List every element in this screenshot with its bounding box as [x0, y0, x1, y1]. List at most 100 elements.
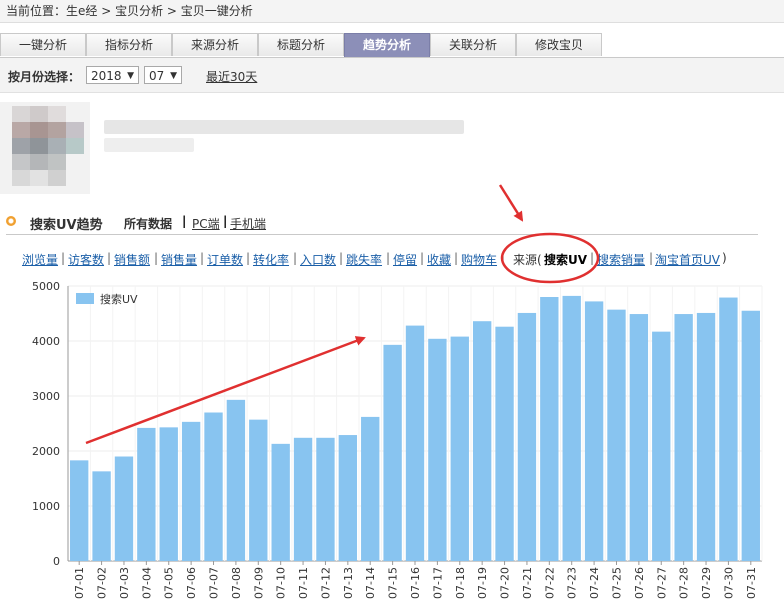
- metric-taobao-home-uv[interactable]: 淘宝首页UV: [655, 251, 720, 268]
- x-tick-label: 07-08: [230, 567, 243, 599]
- tab-trend-analysis[interactable]: 趋势分析: [344, 33, 430, 57]
- blurred-product-title: [104, 120, 464, 134]
- metric-cart[interactable]: 购物车: [461, 251, 497, 268]
- separator: |: [200, 251, 205, 265]
- metric-sales-amount[interactable]: 销售额: [114, 251, 150, 268]
- legend-label: 搜索UV: [100, 292, 138, 306]
- x-tick-label: 07-13: [342, 567, 355, 599]
- pc-link[interactable]: PC端: [192, 215, 220, 232]
- separator: |: [420, 251, 425, 265]
- metric-conversion-rate[interactable]: 转化率: [253, 251, 289, 268]
- separator: |: [154, 251, 159, 265]
- bar: [719, 297, 738, 561]
- bar: [249, 419, 268, 561]
- x-tick-label: 07-16: [409, 567, 422, 599]
- separator: |: [501, 251, 506, 265]
- metric-visitors[interactable]: 访客数: [68, 251, 104, 268]
- year-select[interactable]: 2018 ▼: [86, 66, 139, 84]
- x-tick-label: 07-18: [454, 567, 467, 599]
- month-filter-label: 按月份选择：: [8, 70, 81, 84]
- source-label: 来源(: [513, 253, 542, 267]
- bar: [181, 421, 201, 561]
- y-tick-label: 4000: [32, 335, 60, 348]
- separator: |: [107, 251, 112, 265]
- bar: [540, 297, 559, 561]
- metric-favorites[interactable]: 收藏: [427, 251, 451, 268]
- x-tick-label: 07-15: [387, 567, 400, 599]
- blurred-product-subtitle: [104, 138, 194, 152]
- separator: |: [246, 251, 251, 265]
- section-bullet-icon: [6, 216, 16, 226]
- x-tick-label: 07-23: [566, 567, 579, 599]
- section-divider: [6, 234, 758, 235]
- tab-association-analysis[interactable]: 关联分析: [430, 33, 516, 56]
- metric-entries[interactable]: 入口数: [300, 251, 336, 268]
- month-value: 07: [149, 69, 165, 83]
- x-tick-label: 07-06: [185, 567, 198, 599]
- y-tick-label: 2000: [32, 445, 60, 458]
- x-tick-label: 07-03: [118, 567, 131, 599]
- metric-search-uv-selected[interactable]: 搜索UV: [544, 251, 587, 268]
- bar: [450, 336, 469, 561]
- tab-indicator-analysis[interactable]: 指标分析: [86, 33, 172, 56]
- x-tick-label: 07-11: [297, 567, 310, 599]
- search-uv-bar-chart: 0 1000 2000 3000 4000 5000 07-01 07-02 07-03 07-0…: [32, 280, 763, 599]
- tab-edit-item[interactable]: 修改宝贝: [516, 33, 602, 56]
- separator: |: [61, 251, 66, 265]
- bar: [607, 309, 626, 561]
- bar: [495, 326, 514, 561]
- metric-bounce-rate[interactable]: 跳失率: [346, 251, 382, 268]
- tab-one-click-analysis[interactable]: 一键分析: [0, 33, 86, 56]
- x-tick-label: 07-04: [140, 567, 153, 599]
- separator: |: [386, 251, 391, 265]
- recent-30-days-link[interactable]: 最近30天: [206, 68, 257, 85]
- tab-source-analysis[interactable]: 来源分析: [172, 33, 258, 56]
- bar: [271, 443, 290, 561]
- x-tick-label: 07-29: [700, 567, 713, 599]
- x-tick-label: 07-07: [208, 567, 221, 599]
- x-tick-label: 07-20: [499, 567, 512, 599]
- bar: [316, 437, 335, 561]
- x-tick-label: 07-26: [633, 567, 646, 599]
- separator: |: [590, 251, 595, 265]
- breadcrumb: 当前位置：生e经 > 宝贝分析 > 宝贝一键分析: [6, 4, 253, 18]
- x-tick-label: 07-02: [96, 567, 109, 599]
- x-tick-label: 07-01: [73, 567, 86, 599]
- chevron-down-icon: ▼: [127, 71, 134, 81]
- x-tick-label: 07-27: [655, 567, 668, 599]
- month-select[interactable]: 07 ▼: [144, 66, 182, 84]
- bar: [741, 310, 760, 561]
- y-tick-label: 5000: [32, 280, 60, 293]
- x-tick-label: 07-21: [521, 567, 534, 599]
- section-title: 搜索UV趋势: [30, 218, 103, 233]
- bar: [361, 416, 380, 561]
- all-data-label[interactable]: 所有数据: [124, 215, 172, 232]
- x-tick-label: 07-09: [252, 567, 265, 599]
- x-tick-label: 07-22: [543, 567, 556, 599]
- metric-orders[interactable]: 订单数: [207, 251, 243, 268]
- bar: [383, 344, 402, 561]
- bar: [204, 412, 223, 561]
- bar: [652, 331, 671, 561]
- bar: [92, 471, 111, 561]
- chevron-down-icon: ▼: [170, 71, 177, 81]
- tab-title-analysis[interactable]: 标题分析: [258, 33, 344, 56]
- bar: [293, 437, 313, 561]
- close-paren: ): [722, 251, 727, 265]
- metric-page-views[interactable]: 浏览量: [22, 251, 58, 268]
- legend-swatch: [76, 293, 94, 304]
- metric-search-sales[interactable]: 搜索销量: [597, 251, 645, 268]
- separator: |: [223, 214, 228, 228]
- metric-stay[interactable]: 停留: [393, 251, 417, 268]
- x-tick-label: 07-24: [588, 567, 601, 599]
- x-tick-label: 07-28: [678, 567, 691, 599]
- bar: [674, 314, 693, 561]
- bar: [70, 460, 89, 561]
- separator: |: [293, 251, 298, 265]
- pointer-arrow-icon: [498, 184, 524, 222]
- filter-bar: 按月份选择： 2018 ▼ 07 ▼ 最近30天: [0, 58, 784, 93]
- top-bar: 当前位置：生e经 > 宝贝分析 > 宝贝一键分析: [0, 0, 784, 23]
- mobile-link[interactable]: 手机端: [230, 215, 266, 232]
- metric-sales-volume[interactable]: 销售量: [161, 251, 197, 268]
- y-tick-label: 1000: [32, 500, 60, 513]
